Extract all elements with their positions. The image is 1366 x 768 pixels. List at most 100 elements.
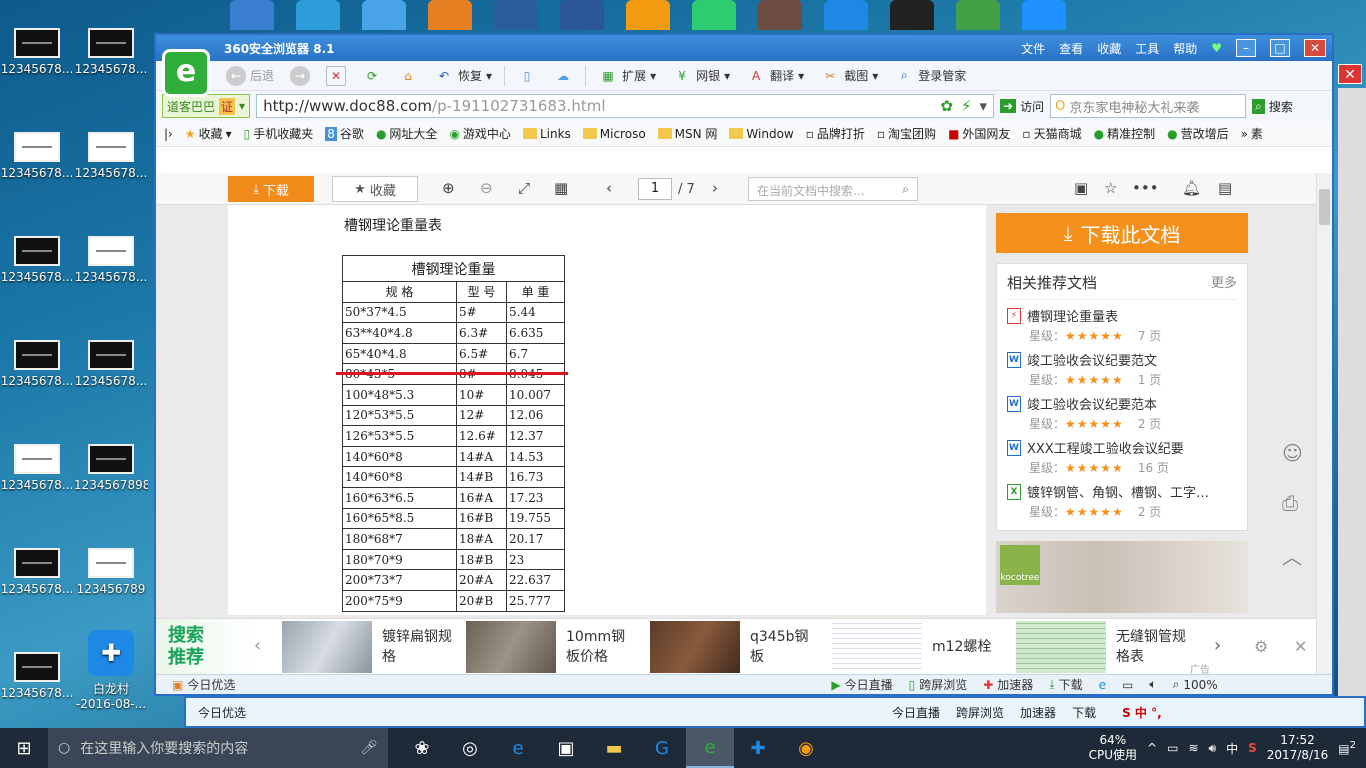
visit-button[interactable]: ➜ 访问 — [1000, 98, 1044, 115]
close-icon[interactable]: ✕ — [1294, 637, 1307, 656]
app-shortcut-icon[interactable] — [758, 0, 802, 30]
window-icon[interactable]: ▭ — [1122, 678, 1133, 692]
store-icon[interactable]: ▣ — [542, 728, 590, 768]
360-browser-icon[interactable]: e — [686, 728, 734, 768]
fav-item-msn[interactable]: MSN 网 — [657, 125, 717, 142]
recommend-item[interactable]: q345b钢板 — [650, 621, 820, 673]
sidebar-toggle-icon[interactable]: |› — [164, 127, 173, 141]
fav-item-google[interactable]: 8 谷歌 — [325, 125, 364, 142]
app-icon[interactable]: ✚ — [734, 728, 782, 768]
wifi-icon[interactable]: ≋ — [1188, 741, 1198, 755]
more-icon[interactable]: ••• — [1132, 179, 1159, 197]
next-arrow-icon[interactable]: › — [1214, 635, 1221, 656]
cloud-button[interactable]: ☁ — [549, 66, 577, 86]
desktop-file-icon[interactable]: 1234567898 — [74, 444, 148, 492]
desktop-file-icon[interactable]: 12345678... — [0, 28, 74, 76]
microphone-icon[interactable]: 🎤︎ — [360, 740, 378, 756]
refresh-button[interactable]: ⟳ — [358, 66, 386, 86]
desktop-app-icon[interactable]: ✚ 白龙村 -2016-08-... — [74, 630, 148, 711]
desktop-file-icon[interactable]: 12345678... — [74, 132, 148, 180]
search-icon[interactable]: ⌕ — [902, 182, 909, 197]
menu-help[interactable]: 帮助 — [1173, 40, 1197, 57]
volume-icon[interactable]: 🔊︎ — [1209, 741, 1217, 756]
security-icon[interactable]: ✿ — [940, 97, 953, 115]
file-explorer-icon[interactable]: ▬ — [590, 728, 638, 768]
fav-item-links[interactable]: Links — [522, 127, 571, 141]
desktop-file-icon[interactable]: 12345678... — [0, 548, 74, 596]
status-live[interactable]: ▶ 今日直播 — [831, 676, 892, 693]
desktop-file-icon[interactable]: 12345678... — [0, 236, 74, 284]
chevron-down-icon[interactable]: ▾ — [980, 97, 988, 115]
related-doc-item[interactable]: X 镀锌钢管、角钢、槽钢、工字… 星级：★★★★★ 2 页 — [1007, 482, 1237, 520]
bank-button[interactable]: ¥ 网银 ▾ — [668, 66, 734, 86]
desktop-file-icon[interactable]: 12345678... — [0, 652, 74, 700]
related-doc-item[interactable]: ⚡ 槽钢理论重量表 星级：★★★★★ 7 页 — [1007, 306, 1237, 344]
back-window-close-button[interactable]: ✕ — [1338, 64, 1362, 84]
vertical-scrollbar[interactable] — [1316, 173, 1332, 674]
wechat-icon[interactable] — [692, 0, 736, 30]
recommend-item[interactable]: 10mm钢板价格 — [466, 621, 636, 673]
download-doc-button[interactable]: ⤓ 下载此文档 — [996, 213, 1248, 253]
back-status-download[interactable]: 下载 — [1072, 704, 1096, 721]
fav-item-hao[interactable]: ● 网址大全 — [376, 125, 438, 142]
menu-tools[interactable]: 工具 — [1135, 40, 1159, 57]
browser-g-icon[interactable]: G — [638, 728, 686, 768]
desktop-file-icon[interactable]: 12345678... — [0, 132, 74, 180]
notification-icon[interactable]: ▤2 — [1338, 740, 1356, 756]
fav-item-favorites[interactable]: ★ 收藏 ▾ — [185, 125, 232, 142]
app-icon[interactable]: ◎ — [446, 728, 494, 768]
ie-icon[interactable]: e — [1099, 678, 1106, 692]
fav-item-mobile[interactable]: ▯ 手机收藏夹 — [244, 125, 314, 142]
app-shortcut-icon[interactable] — [626, 0, 670, 30]
recommend-item[interactable]: 镀锌扁钢规格 — [282, 621, 452, 673]
related-doc-title[interactable]: X 镀锌钢管、角钢、槽钢、工字… — [1007, 482, 1237, 501]
site-badge[interactable]: 道客巴巴证 ▾ — [162, 94, 251, 118]
extend-button[interactable]: ▦ 扩展 ▾ — [594, 66, 660, 86]
recommend-item[interactable]: m12螺栓 — [832, 621, 1002, 673]
stop-button[interactable]: ✕ — [322, 65, 350, 86]
fav-item-precise[interactable]: ● 精准控制 — [1094, 125, 1156, 142]
minimize-button[interactable]: – — [1236, 39, 1256, 57]
app-shortcut-icon[interactable] — [362, 0, 406, 30]
back-status-crossscreen[interactable]: 跨屏浏览 — [956, 704, 1004, 721]
zoom-out-icon[interactable]: ⊖ — [480, 179, 493, 197]
print-icon[interactable]: ⎙ — [1282, 491, 1298, 515]
fav-item-games[interactable]: ◉ 游戏中心 — [449, 125, 511, 142]
page-number-input[interactable]: 1 — [638, 178, 672, 200]
zoom-level[interactable]: ⌕ 100% — [1173, 677, 1218, 692]
screenshot-button[interactable]: ✂ 截图 ▾ — [816, 66, 882, 86]
star-outline-icon[interactable]: ☆ — [1104, 179, 1117, 197]
back-status-live[interactable]: 今日直播 — [892, 704, 940, 721]
bell-icon[interactable]: 🔔︎ — [1182, 179, 1201, 197]
scrollbar-thumb[interactable] — [1319, 189, 1330, 225]
menu-favorites[interactable]: 收藏 — [1097, 40, 1121, 57]
prev-page-icon[interactable]: ‹ — [606, 179, 612, 197]
fav-item-microsoft[interactable]: Microso — [582, 127, 646, 141]
recommend-item[interactable]: 无缝钢管规格表 — [1016, 621, 1186, 673]
fav-item-brand[interactable]: ▫ 品牌打折 — [806, 125, 865, 142]
back-status-accelerator[interactable]: 加速器 — [1020, 704, 1056, 721]
fav-item-windows[interactable]: Window — [729, 127, 794, 141]
audio-app-icon[interactable]: ◉ — [782, 728, 830, 768]
related-doc-item[interactable]: W 竣工验收会议纪要范文 星级：★★★★★ 1 页 — [1007, 350, 1237, 388]
back-to-top-icon[interactable]: ︿ — [1282, 541, 1302, 570]
menu-view[interactable]: 查看 — [1059, 40, 1083, 57]
more-link[interactable]: 更多 — [1211, 272, 1237, 293]
desktop-file-icon[interactable]: 12345678... — [74, 28, 148, 76]
wechat-share-icon[interactable]: ☺ — [1282, 441, 1303, 465]
app-shortcut-icon[interactable] — [494, 0, 538, 30]
url-input[interactable]: http://www.doc88.com/p-191102731683.html… — [256, 94, 995, 118]
word-icon[interactable] — [560, 0, 604, 30]
sogou-ime-icon[interactable]: S 中 °, — [1122, 704, 1162, 721]
desktop-file-icon[interactable]: 12345678... — [74, 340, 148, 388]
fav-item-tax[interactable]: ● 营改增后 — [1167, 125, 1229, 142]
restore-button[interactable]: ↶ 恢复 ▾ — [430, 66, 496, 86]
skin-icon[interactable]: ♥ — [1211, 41, 1222, 55]
speaker-icon[interactable]: 🔈︎ — [1149, 677, 1156, 692]
prev-arrow-icon[interactable]: ‹ — [254, 635, 261, 656]
forward-button[interactable]: → — [286, 65, 314, 86]
sogou-icon[interactable]: S — [1248, 741, 1257, 755]
download-button[interactable]: ⤓ 下载 — [228, 176, 314, 202]
related-doc-title[interactable]: ⚡ 槽钢理论重量表 — [1007, 306, 1237, 325]
favorite-button[interactable]: ★ 收藏 — [332, 176, 418, 202]
